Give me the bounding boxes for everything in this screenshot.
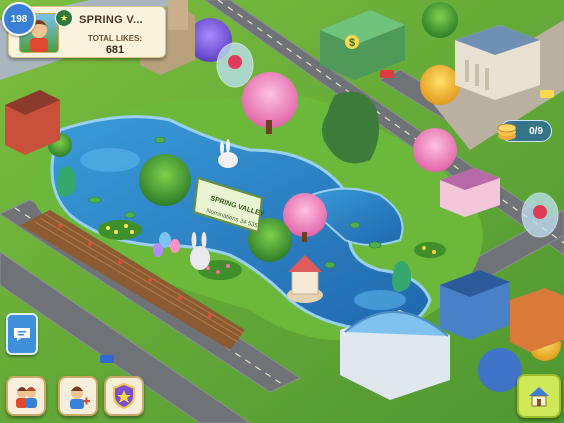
friends-icon bbox=[16, 387, 37, 408]
add-friend-icon bbox=[70, 386, 90, 409]
town-name: SPRING V... bbox=[79, 14, 144, 26]
friends-button[interactable] bbox=[6, 376, 46, 416]
shield-badge-icon: ★ bbox=[55, 9, 73, 27]
chat-bubble-icon bbox=[14, 328, 30, 341]
coin-stack-icon bbox=[497, 123, 517, 140]
counter-value: 0/9 bbox=[529, 125, 543, 137]
game-world[interactable]: $ SPRING VALLEY Nominations 34 535 bbox=[0, 0, 564, 423]
total-likes-label: TOTAL LIKES: bbox=[87, 34, 143, 43]
house-icon bbox=[529, 387, 549, 407]
add-friend-button[interactable] bbox=[58, 376, 98, 416]
collection-counter[interactable]: 0/9 bbox=[497, 120, 552, 142]
home-button[interactable] bbox=[517, 374, 561, 418]
svg-text:$: $ bbox=[349, 37, 355, 49]
orange-shop bbox=[510, 288, 564, 352]
total-likes-value: 681 bbox=[105, 44, 125, 56]
chat-button[interactable] bbox=[6, 313, 38, 355]
museum-building bbox=[455, 25, 540, 100]
level-badge[interactable]: 198 bbox=[2, 2, 36, 36]
moss-statue bbox=[326, 91, 379, 164]
club-badge-button[interactable] bbox=[104, 376, 144, 416]
shield-badge-icon bbox=[113, 382, 135, 410]
